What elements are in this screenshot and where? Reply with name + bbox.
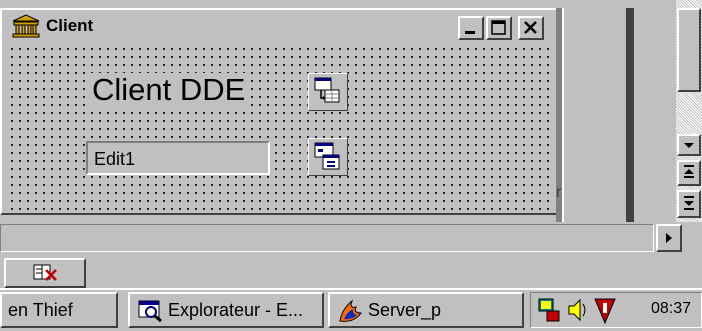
taskbar-item-server[interactable]: Server_p	[328, 292, 524, 328]
explorer-icon	[138, 300, 162, 322]
scroll-page-up-button[interactable]	[677, 160, 701, 186]
dde-conv-icon	[314, 77, 340, 103]
network-icon	[538, 298, 560, 322]
scroll-down-button[interactable]	[677, 134, 701, 156]
vertical-scrollbar[interactable]	[676, 0, 702, 222]
system-tray: 08:37	[530, 292, 702, 328]
horizontal-scroll-track[interactable]	[0, 224, 654, 252]
title-bar[interactable]: Client	[6, 12, 552, 40]
form-design-surface[interactable]: Client DDE Edit1	[6, 43, 554, 211]
double-arrow-down-icon	[684, 196, 694, 210]
background-window-pane: r	[556, 8, 626, 222]
secondary-toolbar	[0, 254, 702, 288]
edit1-field[interactable]: Edit1	[86, 141, 270, 175]
dde-client-conv-component[interactable]	[308, 73, 348, 111]
maximize-button[interactable]	[486, 16, 512, 40]
scroll-thumb[interactable]	[677, 8, 701, 92]
antivirus-icon	[594, 298, 616, 325]
taskbar-item-thief[interactable]: en Thief	[0, 292, 118, 328]
clock[interactable]: 08:37	[651, 300, 691, 318]
dde-item-icon	[314, 142, 340, 170]
window-divider	[626, 8, 634, 222]
taskbar-item-explorer[interactable]: Explorateur - E...	[128, 292, 324, 328]
book-cross-icon	[33, 264, 57, 281]
scroll-page-down-button[interactable]	[677, 190, 701, 218]
toolbar-button[interactable]	[4, 258, 86, 288]
minimize-button[interactable]	[458, 16, 484, 40]
double-arrow-up-icon	[684, 165, 694, 178]
window-title: Client	[46, 16, 94, 35]
label-client-dde[interactable]: Client DDE	[88, 73, 250, 107]
taskbar-item-label: Explorateur - E...	[168, 299, 304, 320]
minimize-icon	[465, 31, 475, 34]
close-icon	[524, 21, 537, 34]
building-icon	[12, 14, 40, 38]
form-window: Client Client DDE Edit1	[0, 8, 560, 215]
close-button[interactable]	[518, 16, 544, 40]
flame-icon	[339, 299, 362, 322]
arrow-down-icon	[684, 143, 694, 148]
arrow-right-icon	[666, 233, 672, 243]
tray-icons	[538, 298, 616, 325]
taskbar-item-label: Server_p	[368, 299, 442, 320]
clipped-text-fragment: r	[556, 184, 562, 201]
background-window-pane-2	[634, 8, 674, 222]
maximize-icon	[491, 20, 506, 35]
speaker-icon	[568, 298, 586, 322]
scroll-right-button[interactable]	[656, 224, 682, 252]
dde-client-item-component[interactable]	[308, 138, 348, 176]
taskbar-item-label: en Thief	[8, 299, 73, 320]
